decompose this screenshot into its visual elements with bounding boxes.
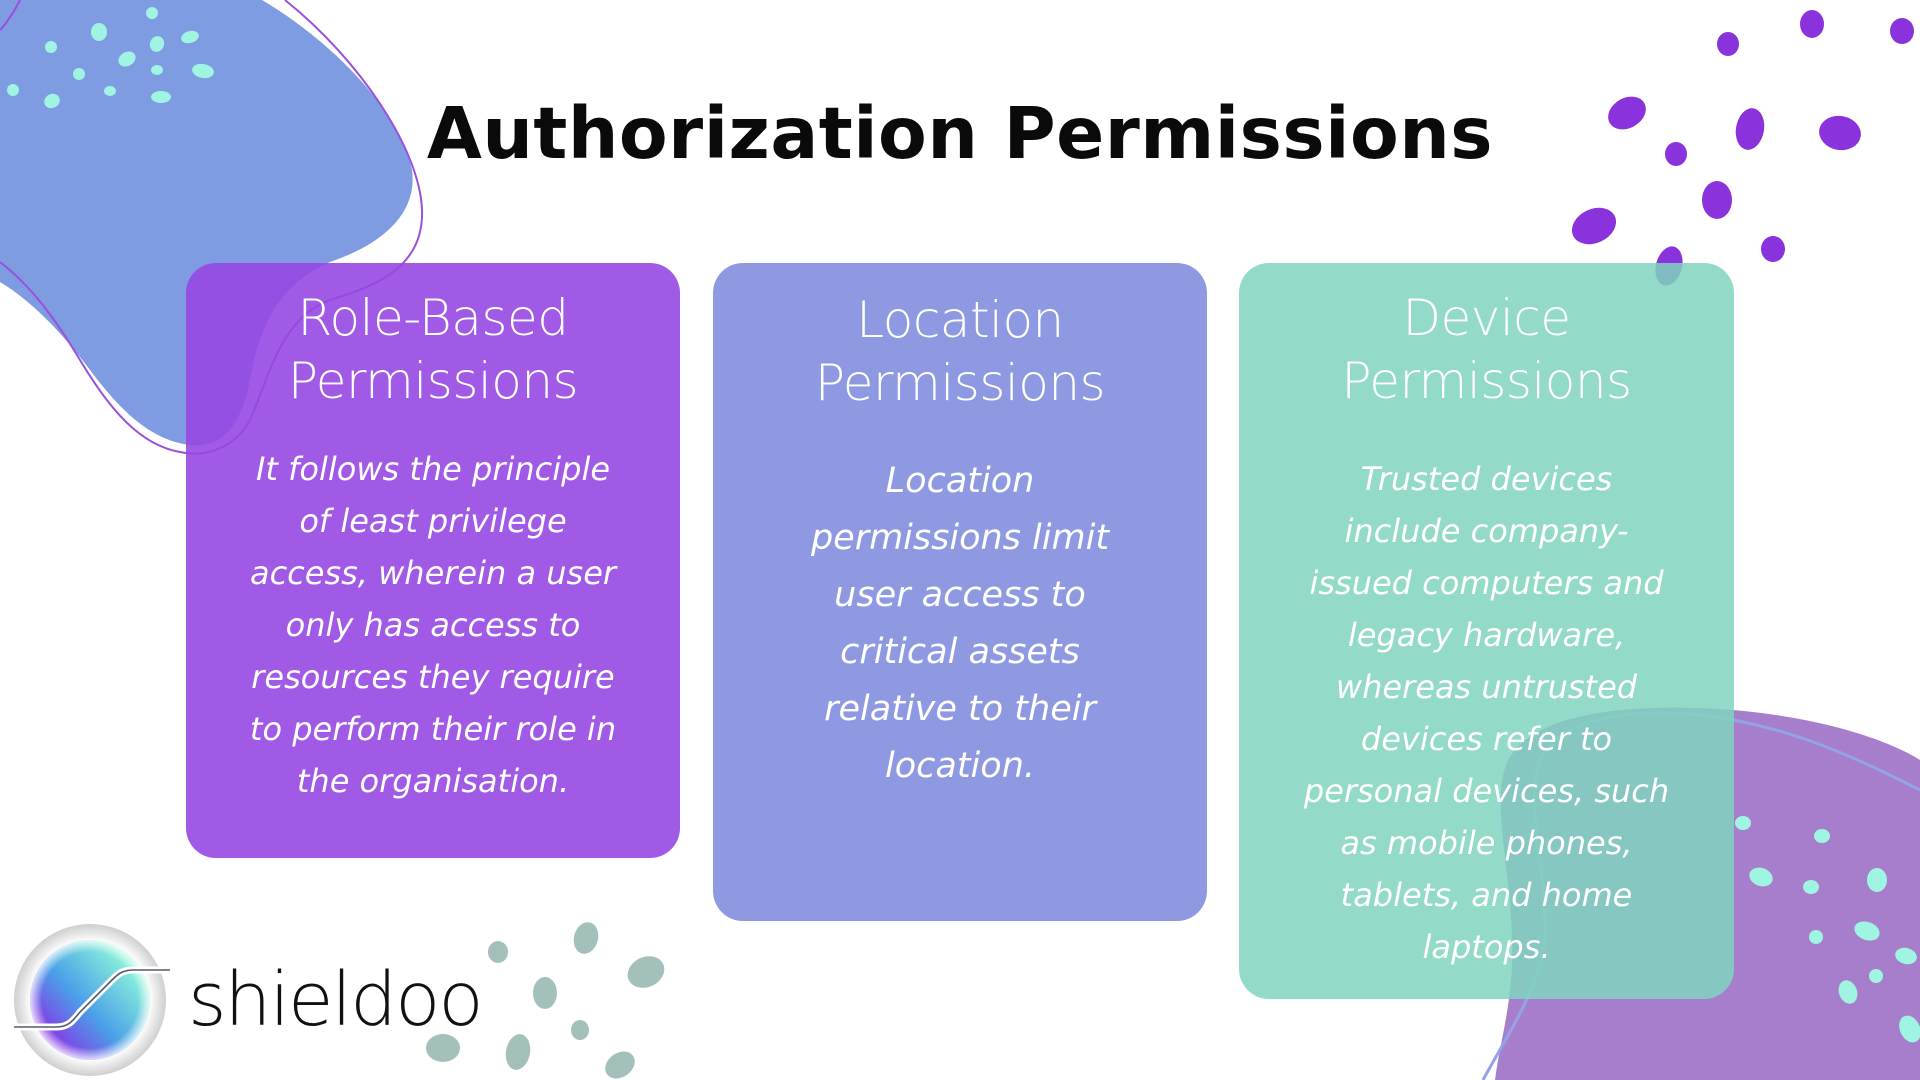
card-body-line: include company-	[1344, 512, 1629, 550]
dot	[505, 1034, 531, 1070]
card-body-line: whereas untrusted	[1335, 668, 1638, 706]
card-heading: Device Permissions	[1239, 287, 1734, 413]
card-body-line: as mobile phones,	[1340, 824, 1633, 862]
card-device-permissions: Device Permissions Trusted devices inclu…	[1239, 263, 1734, 999]
card-body-line: access, wherein a user	[249, 554, 617, 592]
card-body-line: relative to their	[824, 689, 1096, 729]
dot	[45, 41, 57, 53]
card-location-permissions: Location Permissions Location permission…	[713, 263, 1207, 921]
dot	[605, 1051, 635, 1079]
card-role-based-permissions: Role-Based Permissions It follows the pr…	[186, 263, 680, 858]
card-body-line: to perform their role in	[249, 710, 617, 748]
card-body-line: issued computers and	[1309, 564, 1664, 602]
card-body-line: critical assets	[840, 632, 1080, 672]
card-body: It follows the principle of least privil…	[186, 443, 680, 807]
card-heading: Location Permissions	[713, 289, 1207, 415]
card-body-line: permissions limit	[810, 518, 1110, 558]
slide-title: Authorization Permissions	[426, 92, 1494, 175]
card-heading-line: Permissions	[287, 352, 579, 410]
card-body-line: devices refer to	[1360, 720, 1613, 758]
card-body-line: user access to	[834, 575, 1086, 615]
card-body-line: of least privilege	[299, 502, 567, 540]
card-body-line: resources they require	[251, 658, 615, 696]
card-body-line: Trusted devices	[1360, 460, 1613, 498]
card-body-line: personal devices, such	[1303, 772, 1670, 810]
dot	[146, 7, 158, 19]
card-heading-line: Permissions	[814, 354, 1106, 412]
card-body-line: tablets, and home	[1340, 876, 1633, 914]
dot	[533, 977, 557, 1009]
dot	[571, 1020, 589, 1040]
dot	[1803, 880, 1819, 894]
card-heading-line: Device	[1402, 289, 1572, 347]
card-body-line: It follows the principle	[255, 450, 611, 488]
dot	[1890, 18, 1914, 44]
dot	[1702, 181, 1732, 219]
dot	[627, 956, 665, 988]
dot	[1814, 829, 1830, 843]
dot	[1571, 207, 1617, 245]
card-body: Location permissions limit user access t…	[713, 453, 1207, 795]
dot	[1867, 868, 1887, 892]
dot	[151, 65, 163, 75]
dot	[91, 23, 107, 41]
card-body-line: Location	[885, 461, 1035, 501]
card-heading: Role-Based Permissions	[186, 287, 680, 413]
dot	[1800, 10, 1824, 38]
card-body: Trusted devices include company- issued …	[1239, 453, 1734, 973]
card-heading-line: Permissions	[1341, 352, 1632, 410]
dot	[488, 941, 508, 963]
card-body-line: the organisation.	[296, 762, 570, 800]
card-heading-line: Location	[856, 291, 1064, 349]
card-body-line: location.	[885, 746, 1035, 786]
brand-name: shieldoo	[188, 957, 484, 1043]
dot	[1761, 236, 1785, 262]
dot	[573, 922, 599, 954]
card-heading-line: Role-Based	[297, 289, 569, 347]
card-body-line: only has access to	[285, 606, 581, 644]
dot	[1809, 930, 1823, 944]
dot	[1717, 32, 1739, 56]
dot	[1735, 816, 1751, 830]
dot	[73, 68, 85, 80]
dot	[1869, 969, 1883, 983]
card-body-line: legacy hardware,	[1347, 616, 1626, 654]
shieldoo-logo-icon	[14, 924, 170, 1076]
card-body-line: laptops.	[1422, 928, 1551, 966]
